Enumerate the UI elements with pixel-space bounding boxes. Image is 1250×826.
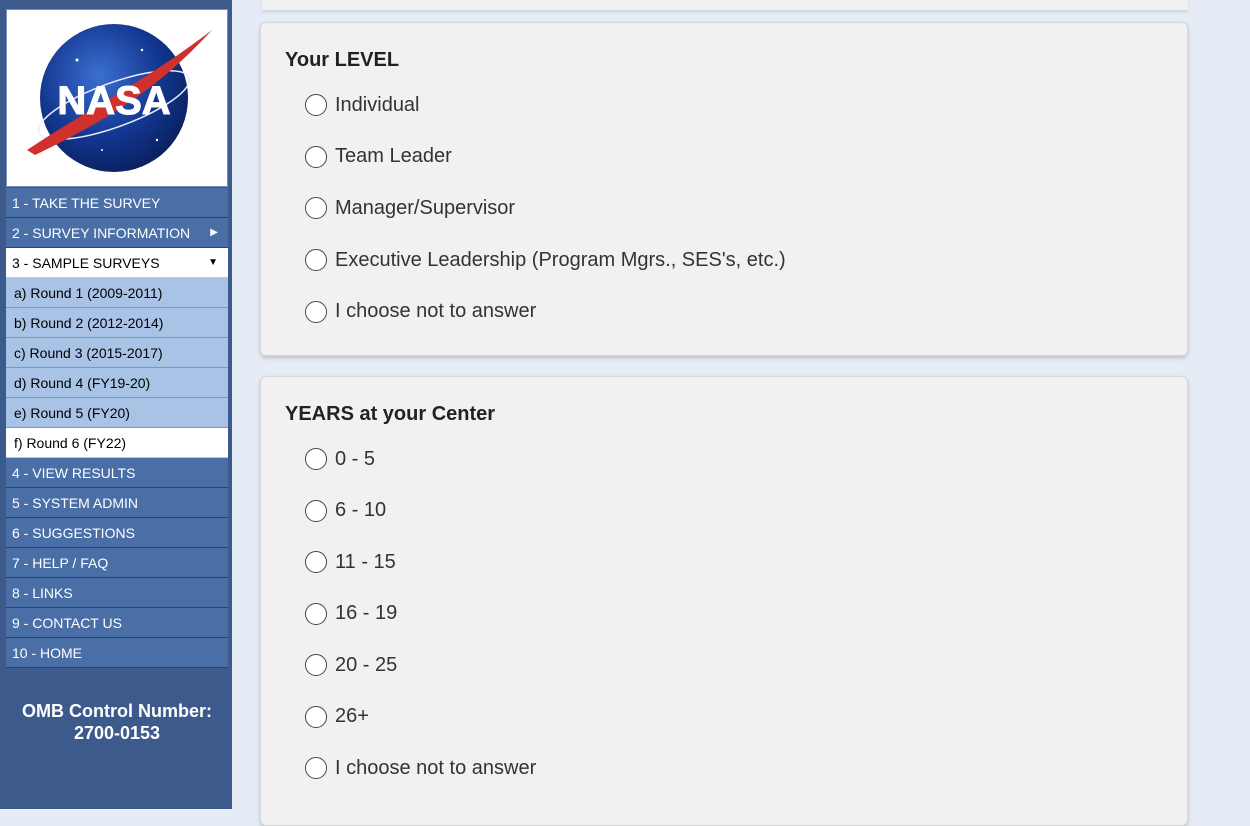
sidebar-item-label: a) Round 1 (2009-2011)	[14, 285, 163, 301]
sidebar-item[interactable]: 5 - SYSTEM ADMIN	[6, 488, 228, 518]
option-label: I choose not to answer	[335, 756, 537, 779]
level-question-title: Your LEVEL	[285, 49, 400, 71]
radio-button[interactable]	[305, 448, 327, 470]
years-question-title: YEARS at your Center	[285, 403, 496, 425]
sidebar-item[interactable]: 6 - SUGGESTIONS	[6, 518, 228, 548]
sidebar-item-label: 8 - LINKS	[12, 585, 73, 601]
sidebar-item-label: f) Round 6 (FY22)	[14, 435, 127, 451]
option-label: Manager/Supervisor	[335, 196, 516, 219]
sidebar-item[interactable]: 2 - SURVEY INFORMATION ▶	[6, 218, 228, 248]
radio-button[interactable]	[305, 94, 327, 116]
option-label: Executive Leadership (Program Mgrs., SES…	[335, 248, 786, 271]
previous-card-edge	[262, 0, 1188, 10]
radio-button[interactable]	[305, 602, 327, 625]
sidebar-item[interactable]: 3 - SAMPLE SURVEYS ▼	[6, 248, 228, 278]
sidebar-subitem[interactable]: c) Round 3 (2015-2017)	[6, 338, 228, 368]
option-label: 6 - 10	[335, 499, 387, 521]
option-label: 26+	[335, 705, 369, 727]
radio-button[interactable]	[305, 499, 327, 522]
sidebar: NASA 1 - TAKE THE SURVEY 2 - SURVEY INFOR…	[0, 0, 232, 809]
radio-button[interactable]	[305, 197, 327, 220]
nasa-logo[interactable]: NASA	[6, 9, 228, 187]
level-question-option[interactable]: Manager/Supervisor	[305, 193, 515, 223]
sidebar-item-label: 2 - SURVEY INFORMATION	[12, 225, 191, 241]
sidebar-item-label: 1 - TAKE THE SURVEY	[12, 195, 161, 211]
sidebar-item[interactable]: 9 - CONTACT US	[6, 608, 228, 638]
omb-label: OMB Control Number:	[22, 701, 212, 721]
radio-button[interactable]	[305, 300, 327, 323]
sidebar-item-label: d) Round 4 (FY19-20)	[14, 375, 151, 391]
radio-button[interactable]	[305, 551, 327, 573]
years-question-option[interactable]: 20 - 25	[305, 650, 397, 680]
sidebar-nav: 1 - TAKE THE SURVEY 2 - SURVEY INFORMATIO…	[6, 188, 228, 668]
years-question-card: YEARS at your Center 0 - 5 6 - 10 11 - 15 1…	[260, 376, 1188, 826]
radio-button[interactable]	[305, 145, 327, 168]
sidebar-item-label: b) Round 2 (2012-2014)	[14, 315, 164, 331]
sidebar-item-label: 9 - CONTACT US	[12, 615, 122, 631]
sidebar-item[interactable]: 1 - TAKE THE SURVEY	[6, 188, 228, 218]
option-label: 11 - 15	[335, 550, 396, 573]
radio-button[interactable]	[305, 654, 327, 676]
option-label: 0 - 5	[335, 447, 376, 470]
sidebar-item-label: c) Round 3 (2015-2017)	[14, 345, 163, 361]
option-label: Individual	[335, 93, 420, 116]
sidebar-item-label: 3 - SAMPLE SURVEYS	[12, 255, 160, 271]
level-question-card: Your LEVEL Individual Team Leader Manager/…	[260, 22, 1188, 356]
sidebar-subitem[interactable]: f) Round 6 (FY22)	[6, 428, 228, 458]
sidebar-item[interactable]: 8 - LINKS	[6, 578, 228, 608]
years-question-option[interactable]: 6 - 10	[305, 496, 386, 526]
level-question-option[interactable]: Executive Leadership (Program Mgrs., SES…	[305, 245, 786, 275]
sidebar-subitem[interactable]: d) Round 4 (FY19-20)	[6, 368, 228, 398]
radio-button[interactable]	[305, 705, 327, 728]
sidebar-item-label: 5 - SYSTEM ADMIN	[12, 495, 139, 511]
years-question-option[interactable]: 16 - 19	[305, 599, 397, 629]
level-question-option[interactable]: I choose not to answer	[305, 297, 536, 327]
option-label: Team Leader	[335, 145, 452, 168]
omb-number: 2700-0153	[73, 723, 161, 743]
option-label: 16 - 19	[335, 602, 398, 624]
sidebar-item[interactable]: 10 - HOME	[6, 638, 228, 668]
caret-right-icon: ▶	[210, 227, 218, 238]
years-question-option[interactable]: 26+	[305, 702, 369, 732]
sidebar-subitem[interactable]: e) Round 5 (FY20)	[6, 398, 228, 428]
sidebar-item-label: 6 - SUGGESTIONS	[12, 525, 135, 541]
sidebar-subitem[interactable]: a) Round 1 (2009-2011)	[6, 278, 228, 308]
radio-button[interactable]	[305, 757, 327, 779]
years-question-option[interactable]: 0 - 5	[305, 444, 375, 474]
sidebar-item-label: 7 - HELP / FAQ	[12, 555, 109, 571]
option-label: I choose not to answer	[335, 300, 537, 323]
caret-down-icon: ▼	[208, 257, 218, 268]
sidebar-item-label: 10 - HOME	[12, 645, 83, 661]
sidebar-item-label: 4 - VIEW RESULTS	[12, 465, 136, 481]
radio-button[interactable]	[305, 249, 327, 272]
option-label: 20 - 25	[335, 653, 398, 676]
sidebar-item[interactable]: 4 - VIEW RESULTS	[6, 458, 228, 488]
years-question-option[interactable]: I choose not to answer	[305, 753, 536, 783]
omb-control-number: OMB Control Number: 2700-0153	[6, 700, 228, 744]
nasa-meatball-icon: NASA	[27, 24, 212, 172]
level-question-option[interactable]: Individual	[305, 90, 420, 120]
sidebar-subitem[interactable]: b) Round 2 (2012-2014)	[6, 308, 228, 338]
years-question-option[interactable]: 11 - 15	[305, 547, 396, 577]
logo-wordmark: NASA	[57, 79, 170, 123]
level-question-option[interactable]: Team Leader	[305, 142, 452, 172]
sidebar-item-label: e) Round 5 (FY20)	[14, 405, 130, 421]
sidebar-item[interactable]: 7 - HELP / FAQ	[6, 548, 228, 578]
